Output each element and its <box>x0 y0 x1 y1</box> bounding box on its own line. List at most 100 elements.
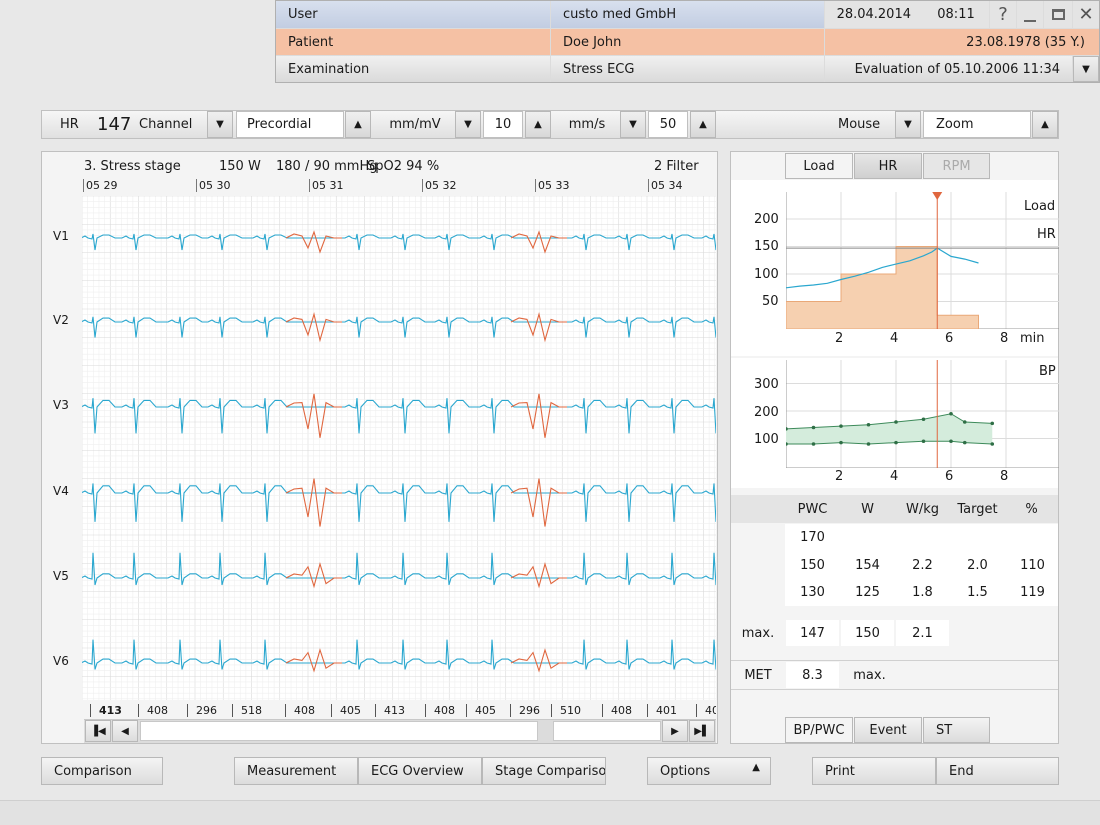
ecg-overview-button[interactable]: ECG Overview <box>358 757 482 785</box>
bp-x-tick: 2 <box>835 469 844 484</box>
legend-load: Load <box>1024 199 1056 214</box>
options-label: Options <box>660 763 711 779</box>
user-value: custo med GmbH <box>551 1 824 28</box>
bp-point <box>894 440 898 445</box>
comparison-button[interactable]: Comparison <box>41 757 163 785</box>
options-button[interactable]: Options ▲ <box>647 757 771 785</box>
help-icon[interactable]: ? <box>990 1 1016 28</box>
pwc-cell <box>950 524 1005 551</box>
bp-y-tick: 100 <box>754 432 779 447</box>
end-button[interactable]: End <box>936 757 1059 785</box>
tab-event[interactable]: Event <box>854 717 922 743</box>
time-mark: 05 33 <box>535 179 570 192</box>
pwc-header-pwc: PWC <box>797 501 828 517</box>
ecg-time-axis: 05 29 05 30 05 31 05 32 05 33 05 34 <box>82 179 716 195</box>
speed-down-icon[interactable]: ▼ <box>620 111 646 138</box>
speed-unit: mm/s <box>568 117 606 132</box>
pwc-header-w: W <box>861 501 874 517</box>
load-x-tick: 6 <box>945 331 954 346</box>
print-button[interactable]: Print <box>812 757 936 785</box>
user-label: User <box>276 1 550 28</box>
bp-point <box>921 439 926 444</box>
maximize-icon[interactable] <box>1044 1 1072 28</box>
rr-interval: 408 <box>696 704 716 717</box>
evaluation-dropdown-icon[interactable]: ▼ <box>1073 56 1099 82</box>
legend-hr: HR <box>1037 227 1056 242</box>
filter-status[interactable]: 2 Filter <box>654 156 699 176</box>
lead-label-v2: V2 <box>53 313 69 327</box>
speed-up-icon[interactable]: ▲ <box>690 111 716 138</box>
load-x-unit: min <box>1020 331 1045 346</box>
scroll-prev-icon[interactable]: ◀ <box>112 720 138 742</box>
pwc-header-percent: % <box>1025 501 1038 517</box>
mouse-up-icon[interactable]: ▲ <box>1032 111 1058 138</box>
channel-select[interactable]: Precordial <box>236 111 344 138</box>
load-y-tick: 200 <box>754 212 779 227</box>
bp-point <box>894 420 898 424</box>
stage-comparison-button[interactable]: Stage Compariso <box>482 757 606 785</box>
time-mark: 05 30 <box>196 179 231 192</box>
bp-point <box>921 417 926 422</box>
tab-hr[interactable]: HR <box>854 153 922 179</box>
lead-label-v3: V3 <box>53 398 69 412</box>
mouse-dropdown-icon[interactable]: ▼ <box>895 111 921 138</box>
met-max-label: max. <box>853 667 886 683</box>
ecg-traces[interactable] <box>82 196 716 700</box>
bp-point <box>962 420 967 424</box>
current-time: 08:11 <box>923 1 989 28</box>
pwc-cell: 170 <box>800 530 825 545</box>
divider <box>731 660 1058 661</box>
tab-bp-pwc[interactable]: BP/PWC <box>785 717 853 743</box>
bp-y-tick: 300 <box>754 377 779 392</box>
bp-point <box>839 424 843 428</box>
bp-point <box>811 442 816 446</box>
bp-x-tick: 8 <box>1000 469 1009 484</box>
gain-value[interactable]: 10 <box>483 111 523 138</box>
rr-interval: 296 <box>187 704 217 717</box>
scroll-next-icon[interactable]: ▶ <box>662 720 688 742</box>
tab-load[interactable]: Load <box>785 153 853 179</box>
time-mark: 05 29 <box>83 179 118 192</box>
pwc-cell <box>1005 524 1060 551</box>
mouse-mode-select[interactable]: Zoom <box>923 111 1031 138</box>
scroll-track-right[interactable] <box>553 721 661 741</box>
patient-dob: 23.08.1978 (35 Y.) <box>825 29 1099 55</box>
lead-label-v1: V1 <box>53 229 69 243</box>
speed-value[interactable]: 50 <box>648 111 688 138</box>
scroll-last-icon[interactable]: ▶▌ <box>689 720 715 742</box>
tab-st[interactable]: ST <box>923 717 990 743</box>
bp-x-tick: 6 <box>945 469 954 484</box>
scroll-thumb[interactable] <box>140 721 538 741</box>
load-y-tick: 100 <box>754 267 779 282</box>
lead-label-v5: V5 <box>53 569 69 583</box>
cursor-marker-icon[interactable] <box>932 192 943 200</box>
hr-label: HR <box>60 117 79 132</box>
close-icon[interactable]: ✕ <box>1073 1 1099 28</box>
bp-chart[interactable] <box>786 360 1059 468</box>
load-x-tick: 2 <box>835 331 844 346</box>
evaluation-date[interactable]: Evaluation of 05.10.2006 11:34 <box>825 56 1072 82</box>
gain-unit: mm/mV <box>389 117 441 132</box>
pwc-cell: 1.5 <box>967 585 988 600</box>
scroll-first-icon[interactable]: ▐◀ <box>85 720 111 742</box>
rr-interval: 405 <box>466 704 496 717</box>
minimize-icon[interactable] <box>1017 1 1043 28</box>
stress-stage: 3. Stress stage <box>84 158 181 174</box>
bp-point <box>866 442 871 446</box>
bp-grid <box>786 360 1059 468</box>
load-hr-chart[interactable] <box>786 192 1059 329</box>
measurement-button[interactable]: Measurement <box>234 757 358 785</box>
spo2: SpO2 94 % <box>367 158 440 174</box>
patient-label: Patient <box>276 29 550 55</box>
rr-interval: 401 <box>647 704 677 717</box>
pwc-cell: 130 <box>800 585 825 600</box>
gain-down-icon[interactable]: ▼ <box>455 111 481 138</box>
channel-dropdown-icon[interactable]: ▼ <box>207 111 233 138</box>
gain-up-icon[interactable]: ▲ <box>525 111 551 138</box>
tab-rpm[interactable]: RPM <box>923 153 990 179</box>
current-date: 28.04.2014 <box>825 1 923 28</box>
channel-up-icon[interactable]: ▲ <box>345 111 371 138</box>
bp-point <box>990 442 995 446</box>
pwc-cell <box>895 524 950 551</box>
load-y-tick: 50 <box>762 294 779 309</box>
